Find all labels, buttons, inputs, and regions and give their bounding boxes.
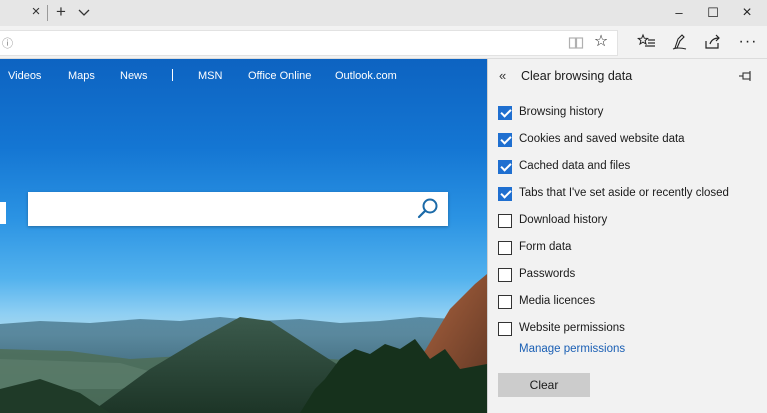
option-label: Browsing history [519, 106, 604, 118]
manage-permissions-link[interactable]: Manage permissions [519, 343, 625, 355]
minimize-button[interactable]: – [662, 0, 696, 26]
option-label: Download history [519, 214, 608, 226]
checkbox[interactable] [498, 241, 512, 255]
checkbox[interactable] [498, 106, 512, 120]
pane-title: Clear browsing data [521, 69, 633, 83]
clear-browsing-data-pane: « Clear browsing data Browsing history C… [487, 59, 767, 413]
double-chevron-left-icon[interactable]: « [499, 68, 506, 83]
web-page-content: Videos Maps News MSN Office Online Outlo… [0, 59, 487, 413]
search-icon[interactable] [416, 197, 440, 221]
nav-link-msn[interactable]: MSN [198, 70, 222, 82]
maximize-button[interactable]: ☐ [696, 0, 730, 26]
pen-icon[interactable] [670, 32, 690, 52]
nav-link-maps[interactable]: Maps [68, 70, 95, 82]
close-window-button[interactable]: × [730, 0, 764, 26]
checkbox[interactable] [498, 322, 512, 336]
checkbox[interactable] [498, 160, 512, 174]
title-bar: × + – ☐ × [0, 0, 767, 26]
nav-link-news[interactable]: News [120, 70, 148, 82]
option-label: Website permissions [519, 322, 625, 334]
more-icon[interactable]: ··· [738, 32, 758, 52]
address-bar[interactable]: ⓘ ☆ [0, 30, 618, 56]
option-label: Media licences [519, 295, 596, 307]
star-icon[interactable]: ☆ [592, 32, 610, 52]
option-label: Tabs that I've set aside or recently clo… [519, 187, 729, 199]
nav-link-videos[interactable]: Videos [8, 70, 41, 82]
close-tab-icon[interactable]: × [27, 3, 45, 21]
toolbar: ⓘ ☆ ··· [0, 26, 767, 59]
hub-icon[interactable] [637, 32, 657, 52]
chevron-down-icon[interactable] [76, 4, 92, 20]
pin-icon[interactable] [738, 69, 754, 83]
side-tab[interactable] [0, 202, 6, 224]
search-input[interactable] [28, 192, 448, 226]
tab-divider [47, 5, 48, 21]
reading-view-icon[interactable] [568, 35, 584, 51]
option-label: Cached data and files [519, 160, 631, 172]
new-tab-button[interactable]: + [52, 3, 70, 21]
checkbox[interactable] [498, 268, 512, 282]
checkbox[interactable] [498, 133, 512, 147]
info-icon[interactable]: ⓘ [2, 35, 13, 51]
nav-link-office-online[interactable]: Office Online [248, 70, 311, 82]
nav-link-outlook[interactable]: Outlook.com [335, 70, 397, 82]
checkbox[interactable] [498, 187, 512, 201]
share-icon[interactable] [703, 32, 723, 52]
option-label: Form data [519, 241, 572, 253]
checkbox[interactable] [498, 214, 512, 228]
option-label: Cookies and saved website data [519, 133, 685, 145]
background-landscape-image [0, 274, 487, 413]
checkbox[interactable] [498, 295, 512, 309]
nav-divider [172, 69, 173, 81]
option-label: Passwords [519, 268, 576, 280]
clear-button[interactable]: Clear [498, 373, 590, 397]
